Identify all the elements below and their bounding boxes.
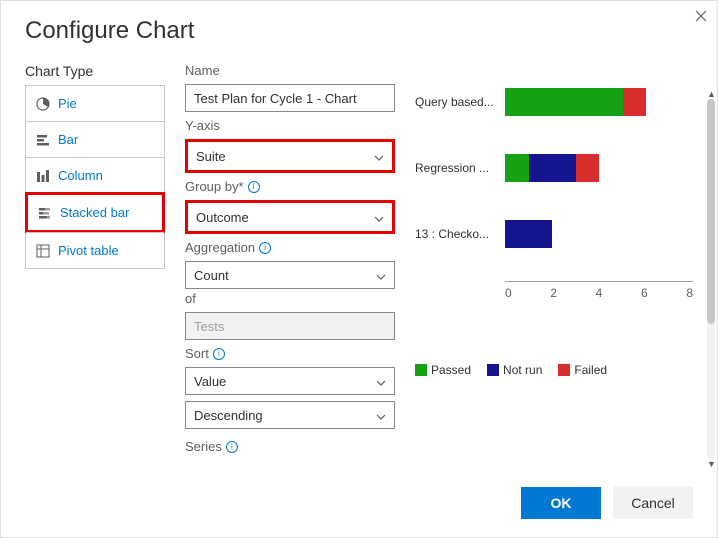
axis-tick: 6: [641, 286, 648, 300]
highlight-stacked-bar: Stacked bar: [25, 192, 165, 233]
chart-type-column[interactable]: Column: [26, 157, 164, 193]
legend-swatch: [558, 364, 570, 376]
sort-select-1[interactable]: Value: [185, 367, 395, 395]
scrollbar-thumb[interactable]: [707, 99, 715, 324]
field-panel: Name Test Plan for Cycle 1 - Chart Y-axi…: [185, 63, 395, 463]
series-label: Series i: [185, 439, 395, 454]
chevron-down-icon: [376, 270, 386, 280]
chart-segment-failed: [623, 88, 647, 116]
chart-type-heading: Chart Type: [25, 63, 165, 79]
chart-type-label: Column: [58, 168, 103, 183]
pivot-table-icon: [36, 244, 50, 258]
chart-bar-row: Query based...: [415, 83, 693, 121]
close-icon[interactable]: [695, 9, 707, 25]
chevron-down-icon: [374, 151, 384, 161]
group-by-label: Group by* i: [185, 179, 395, 194]
cancel-button[interactable]: Cancel: [613, 487, 693, 519]
chart-bar-row: Regression ...: [415, 149, 693, 187]
chart-preview: Query based... Regression ... 13 : Checko.…: [415, 63, 693, 463]
stacked-bar-icon: [38, 206, 52, 220]
bar-chart-icon: [36, 133, 50, 147]
chart-bar: [505, 220, 693, 248]
chart-segment-not-run: [505, 220, 552, 248]
legend-label: Not run: [503, 363, 542, 377]
chevron-down-icon: [374, 212, 384, 222]
chart-type-label: Stacked bar: [60, 205, 129, 220]
of-select: Tests: [185, 312, 395, 340]
info-icon[interactable]: i: [213, 348, 225, 360]
yaxis-select[interactable]: Suite: [185, 139, 395, 173]
legend-swatch: [415, 364, 427, 376]
yaxis-label: Y-axis: [185, 118, 395, 133]
axis-tick: 4: [596, 286, 603, 300]
chart-category-label: Query based...: [415, 95, 505, 109]
info-icon[interactable]: i: [248, 181, 260, 193]
chart-category-label: Regression ...: [415, 161, 505, 175]
chart-segment-failed: [576, 154, 600, 182]
chart-type-pivot-table[interactable]: Pivot table: [26, 232, 164, 268]
info-icon[interactable]: i: [259, 242, 271, 254]
chart-x-axis: 0 2 4 6 8: [505, 281, 693, 300]
legend-label: Passed: [431, 363, 471, 377]
chart-type-stacked-bar[interactable]: Stacked bar: [28, 195, 162, 230]
sort-select-2[interactable]: Descending: [185, 401, 395, 429]
name-label: Name: [185, 63, 395, 78]
chart-type-label: Pivot table: [58, 243, 119, 258]
aggregation-select[interactable]: Count: [185, 261, 395, 289]
chart-type-label: Pie: [58, 96, 77, 111]
configure-chart-dialog: Configure Chart Chart Type Pie Bar: [0, 0, 718, 538]
legend-swatch: [487, 364, 499, 376]
chart-type-pie[interactable]: Pie: [26, 86, 164, 121]
name-input[interactable]: Test Plan for Cycle 1 - Chart: [185, 84, 395, 112]
chart-type-label: Bar: [58, 132, 78, 147]
scroll-up-icon[interactable]: ▲: [707, 89, 715, 99]
chart-legend: Passed Not run Failed: [415, 363, 693, 377]
chart-segment-passed: [505, 154, 529, 182]
axis-tick: 8: [686, 286, 693, 300]
chart-type-bar[interactable]: Bar: [26, 121, 164, 157]
legend-item-not-run: Not run: [487, 363, 542, 377]
pie-chart-icon: [36, 97, 50, 111]
group-by-select[interactable]: Outcome: [185, 200, 395, 234]
axis-tick: 0: [505, 286, 512, 300]
chart-segment-not-run: [529, 154, 576, 182]
chart-category-label: 13 : Checko...: [415, 227, 505, 241]
info-icon[interactable]: i: [226, 441, 238, 453]
chart-bar-row: 13 : Checko...: [415, 215, 693, 253]
chart-bar: [505, 154, 693, 182]
chevron-down-icon: [376, 376, 386, 386]
column-chart-icon: [36, 169, 50, 183]
legend-label: Failed: [574, 363, 607, 377]
legend-item-passed: Passed: [415, 363, 471, 377]
dialog-footer: OK Cancel: [521, 487, 693, 519]
legend-item-failed: Failed: [558, 363, 607, 377]
chart-type-panel: Chart Type Pie Bar: [25, 63, 165, 463]
chart-bar: [505, 88, 693, 116]
dialog-title: Configure Chart: [25, 17, 693, 45]
scroll-down-icon[interactable]: ▼: [707, 459, 715, 469]
of-label: of: [185, 291, 395, 306]
chevron-down-icon: [376, 410, 386, 420]
axis-tick: 2: [550, 286, 557, 300]
scrollbar[interactable]: ▲ ▼: [707, 89, 715, 449]
ok-button[interactable]: OK: [521, 487, 601, 519]
chart-segment-passed: [505, 88, 623, 116]
aggregation-label: Aggregation i: [185, 240, 395, 255]
sort-label: Sort i: [185, 346, 395, 361]
